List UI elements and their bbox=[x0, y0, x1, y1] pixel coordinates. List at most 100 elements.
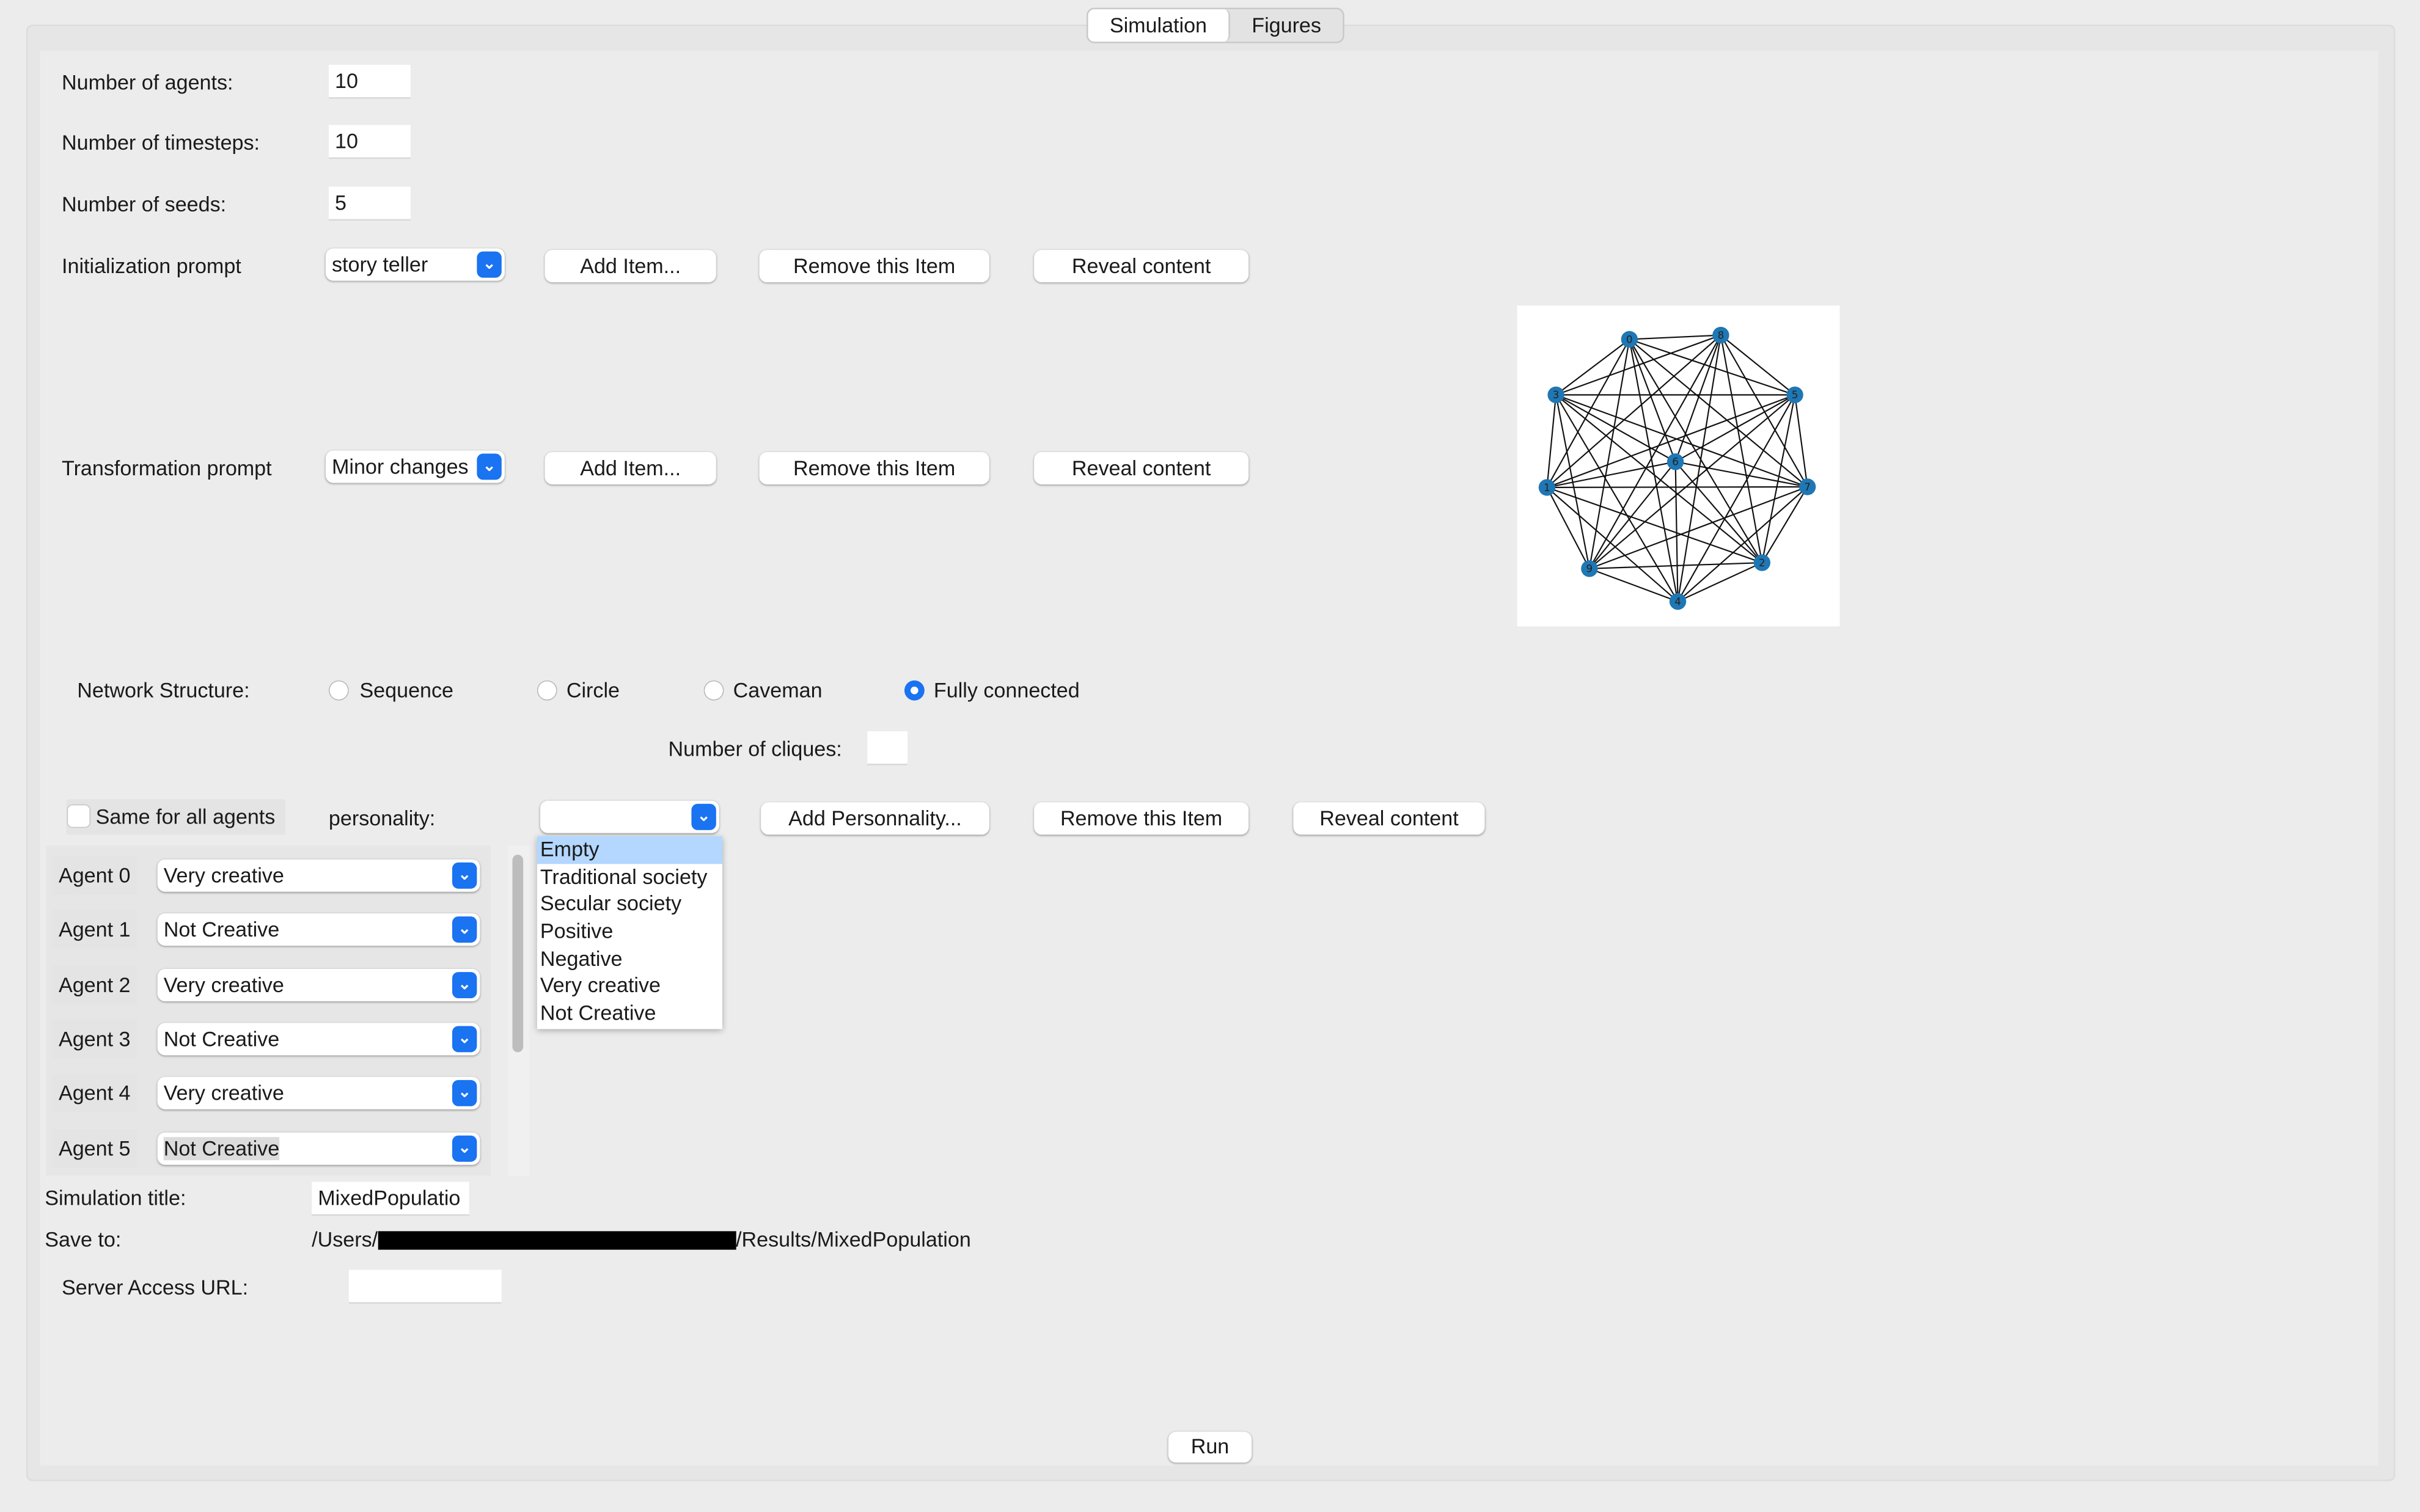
seeds-input[interactable]: 5 bbox=[328, 186, 411, 221]
agent-label: Agent 1 bbox=[52, 910, 137, 949]
chevron-down-icon: ⌄ bbox=[452, 971, 477, 998]
agents-input[interactable]: 10 bbox=[328, 65, 411, 99]
server-url-label: Server Access URL: bbox=[62, 1276, 249, 1299]
agent-personality-value: Very creative bbox=[163, 973, 284, 996]
radio-fully-connected[interactable] bbox=[904, 680, 925, 701]
agent-personality-value: Very creative bbox=[163, 1081, 284, 1105]
graph-edge bbox=[1555, 394, 1763, 563]
network-graph: 0 1 2 3 4 5 6 7 8 9 bbox=[1517, 305, 1840, 627]
transform-remove-item-button[interactable]: Remove this Item bbox=[759, 451, 989, 485]
graph-edge bbox=[1555, 338, 1630, 396]
graph-node-label: 2 bbox=[1759, 557, 1766, 569]
init-prompt-select[interactable]: story teller ⌄ bbox=[325, 248, 505, 281]
dropdown-option[interactable]: Positive bbox=[537, 918, 722, 946]
agent-list-panel bbox=[46, 845, 491, 1176]
chevron-down-icon: ⌄ bbox=[691, 803, 716, 830]
server-url-input[interactable] bbox=[348, 1269, 502, 1304]
radio-circle-label: Circle bbox=[566, 679, 620, 703]
graph-node-label: 7 bbox=[1804, 481, 1811, 493]
graph-edge bbox=[1546, 487, 1679, 602]
same-for-all-label: Same for all agents bbox=[95, 805, 276, 829]
init-add-item-button[interactable]: Add Item... bbox=[544, 250, 716, 283]
graph-node-label: 1 bbox=[1544, 482, 1550, 494]
sim-title-label: Simulation title: bbox=[45, 1186, 186, 1210]
graph-edge bbox=[1720, 335, 1808, 488]
personality-reveal-content-button[interactable]: Reveal content bbox=[1293, 802, 1485, 835]
agent-personality-select[interactable]: Very creative ⌄ bbox=[157, 968, 480, 1001]
redacted-block bbox=[378, 1231, 736, 1250]
agent-personality-value: Not Creative bbox=[163, 1136, 280, 1160]
save-path: /Users/ /Results/MixedPopulation bbox=[312, 1228, 971, 1252]
dropdown-option[interactable]: Not Creative bbox=[537, 1000, 722, 1028]
transform-add-item-button[interactable]: Add Item... bbox=[544, 451, 716, 485]
cliques-label: Number of cliques: bbox=[668, 737, 842, 761]
agent-personality-select[interactable]: Very creative ⌄ bbox=[157, 859, 480, 892]
graph-edge bbox=[1677, 486, 1808, 602]
transform-prompt-label: Transformation prompt bbox=[62, 456, 272, 480]
chevron-down-icon: ⌄ bbox=[477, 251, 502, 278]
cliques-input[interactable] bbox=[867, 731, 908, 765]
agent-personality-select[interactable]: Very creative ⌄ bbox=[157, 1077, 480, 1110]
dropdown-option[interactable]: Secular society bbox=[537, 891, 722, 918]
tab-figures[interactable]: Figures bbox=[1230, 9, 1343, 42]
tab-simulation[interactable]: Simulation bbox=[1088, 9, 1230, 42]
init-prompt-label: Initialization prompt bbox=[62, 254, 241, 278]
personality-select[interactable]: ⌄ bbox=[540, 800, 719, 833]
dropdown-option[interactable]: Traditional society bbox=[537, 863, 722, 891]
save-to-label: Save to: bbox=[45, 1228, 122, 1252]
graph-edge bbox=[1546, 334, 1722, 488]
seeds-label: Number of seeds: bbox=[62, 192, 227, 216]
same-for-all-checkbox[interactable] bbox=[68, 805, 90, 827]
radio-caveman[interactable] bbox=[703, 680, 724, 701]
transform-reveal-content-button[interactable]: Reveal content bbox=[1034, 451, 1249, 485]
graph-edge bbox=[1589, 568, 1678, 602]
agent-personality-select[interactable]: Not Creative ⌄ bbox=[157, 1131, 480, 1164]
dropdown-option[interactable]: Empty bbox=[537, 836, 722, 864]
graph-node-label: 9 bbox=[1586, 563, 1593, 575]
radio-sequence-label: Sequence bbox=[359, 679, 454, 703]
agent-personality-select[interactable]: Not Creative ⌄ bbox=[157, 1023, 480, 1056]
personality-label: personality: bbox=[328, 806, 436, 830]
dropdown-option[interactable]: Very creative bbox=[537, 973, 722, 1000]
agent-personality-select[interactable]: Not Creative ⌄ bbox=[157, 913, 480, 946]
add-personality-button[interactable]: Add Personnality... bbox=[761, 802, 989, 835]
graph-edge bbox=[1547, 486, 1808, 488]
graph-node-label: 8 bbox=[1718, 330, 1725, 341]
sim-title-input[interactable]: MixedPopulatio bbox=[312, 1181, 469, 1216]
chevron-down-icon: ⌄ bbox=[452, 862, 477, 889]
agent-personality-value: Very creative bbox=[163, 864, 284, 888]
init-prompt-value: story teller bbox=[331, 253, 428, 277]
personality-remove-item-button[interactable]: Remove this Item bbox=[1034, 802, 1249, 835]
transform-prompt-value: Minor changes bbox=[331, 455, 469, 478]
radio-circle[interactable] bbox=[537, 680, 557, 701]
graph-node-label: 6 bbox=[1672, 456, 1679, 468]
chevron-down-icon: ⌄ bbox=[452, 916, 477, 943]
agent-personality-value: Not Creative bbox=[163, 1027, 280, 1051]
timesteps-input[interactable]: 10 bbox=[328, 125, 411, 159]
agent-list-scrollbar-track[interactable] bbox=[507, 845, 530, 1176]
transform-prompt-select[interactable]: Minor changes ⌄ bbox=[325, 450, 505, 483]
agent-label: Agent 0 bbox=[52, 856, 137, 895]
init-remove-item-button[interactable]: Remove this Item bbox=[759, 250, 989, 283]
agents-label: Number of agents: bbox=[62, 71, 233, 95]
personality-dropdown-menu: Empty Traditional society Secular society P… bbox=[537, 836, 722, 1029]
graph-edge bbox=[1589, 561, 1762, 569]
run-button[interactable]: Run bbox=[1168, 1431, 1252, 1463]
save-path-prefix: /Users/ bbox=[312, 1228, 378, 1252]
graph-edge bbox=[1678, 562, 1762, 602]
graph-edge bbox=[1589, 394, 1795, 569]
radio-sequence[interactable] bbox=[328, 680, 349, 701]
init-reveal-content-button[interactable]: Reveal content bbox=[1034, 250, 1249, 283]
dropdown-option[interactable]: Negative bbox=[537, 946, 722, 973]
chevron-down-icon: ⌄ bbox=[477, 453, 502, 480]
graph-edge bbox=[1674, 335, 1722, 462]
same-for-all-checkbox-area[interactable]: Same for all agents bbox=[66, 799, 286, 835]
chevron-down-icon: ⌄ bbox=[452, 1026, 477, 1053]
graph-edge bbox=[1675, 461, 1808, 488]
save-path-suffix: /Results/MixedPopulation bbox=[736, 1228, 971, 1252]
agent-list-scrollbar-thumb[interactable] bbox=[512, 855, 524, 1053]
graph-edge bbox=[1555, 394, 1676, 462]
agent-label: Agent 5 bbox=[52, 1128, 137, 1167]
tab-bar: Simulation Figures bbox=[1086, 7, 1344, 43]
network-structure-label: Network Structure: bbox=[77, 679, 250, 703]
